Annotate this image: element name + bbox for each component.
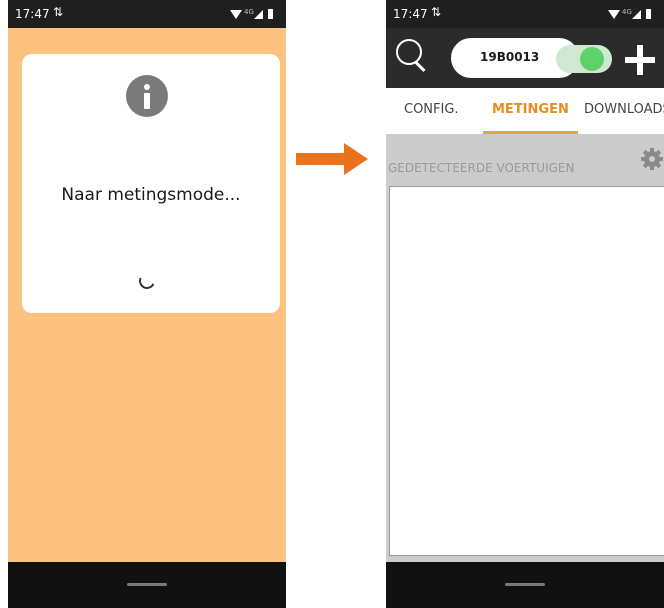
sync-icon: ⇅	[53, 5, 64, 19]
progress-dialog: Naar metingsmode...	[22, 54, 280, 313]
navigation-bar	[8, 562, 286, 608]
toggle-knob	[580, 47, 604, 71]
status-time: 17:47	[15, 7, 50, 21]
section-title: GEDETECTEERDE VOERTUIGEN	[388, 161, 575, 175]
search-icon[interactable]	[396, 39, 428, 75]
status-icons: 4G	[230, 8, 274, 21]
status-bar: 17:47 ⇅ 4G	[8, 0, 286, 28]
sync-icon: ⇅	[431, 5, 442, 19]
battery-icon	[646, 9, 651, 19]
arrow-right-icon	[296, 143, 368, 177]
battery-icon	[268, 9, 273, 19]
wifi-icon	[608, 10, 620, 19]
dialog-message: Naar metingsmode...	[61, 185, 241, 205]
info-icon	[126, 75, 168, 117]
status-bar: 17:47 ⇅ 4G	[386, 0, 664, 28]
home-handle[interactable]	[127, 583, 167, 586]
signal-icon	[632, 10, 641, 19]
gear-icon[interactable]	[641, 148, 663, 170]
plus-icon[interactable]	[625, 45, 655, 75]
connection-toggle[interactable]	[556, 45, 612, 73]
detected-vehicles-list[interactable]	[389, 186, 664, 556]
app-toolbar: 19B0013	[386, 28, 664, 88]
network-label: 4G	[622, 8, 632, 16]
tab-metingen[interactable]: METINGEN	[492, 102, 569, 117]
tab-bar: CONFIG. METINGEN DOWNLOADS	[386, 88, 664, 134]
status-time: 17:47	[393, 7, 428, 21]
phone-right: 17:47 ⇅ 4G 19B0013 CONFIG. METINGEN DOWN…	[386, 0, 664, 608]
app-screen: Naar metingsmode...	[8, 28, 286, 562]
tab-downloads[interactable]: DOWNLOADS	[584, 102, 664, 117]
device-select-value: 19B0013	[480, 50, 540, 64]
navigation-bar	[386, 562, 664, 608]
signal-icon	[254, 10, 263, 19]
wifi-icon	[230, 10, 242, 19]
status-icons: 4G	[608, 8, 652, 21]
loading-spinner	[136, 270, 158, 292]
tab-config[interactable]: CONFIG.	[404, 102, 459, 117]
home-handle[interactable]	[505, 583, 545, 586]
phone-left: 17:47 ⇅ 4G Naar metingsmode...	[8, 0, 286, 608]
measurements-panel: GEDETECTEERDE VOERTUIGEN	[386, 134, 664, 562]
network-label: 4G	[244, 8, 254, 16]
